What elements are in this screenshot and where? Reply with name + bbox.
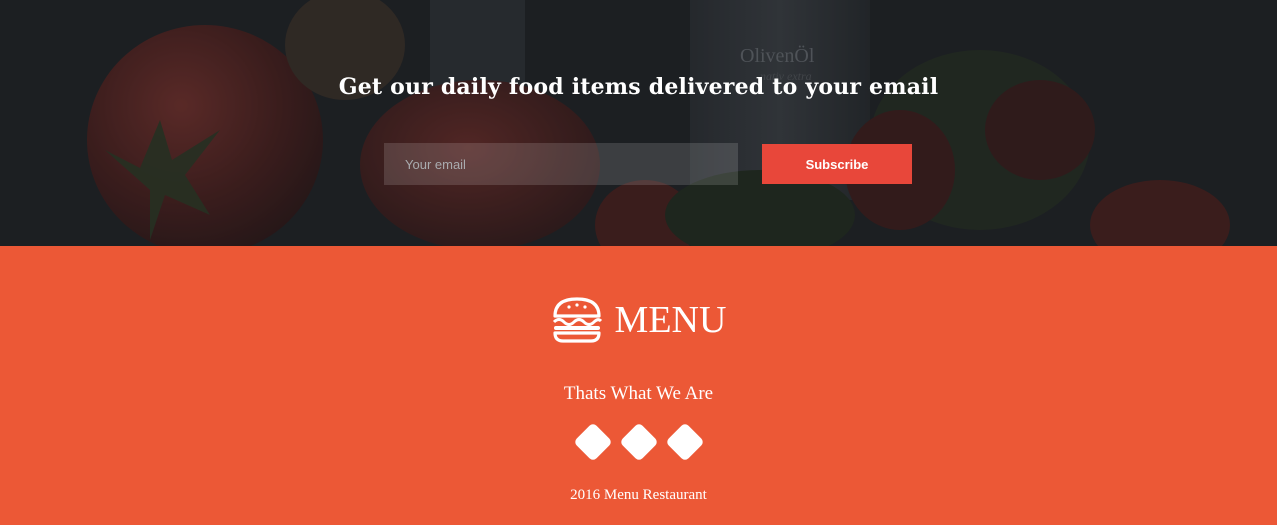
social-icon-3[interactable]	[664, 422, 705, 462]
newsletter-headline: Get our daily food items delivered to yo…	[338, 74, 939, 100]
food-background-image: OlivenÖl nativ extra	[0, 0, 1277, 246]
social-icon-2[interactable]	[618, 422, 659, 462]
subscribe-button[interactable]: Subscribe	[762, 144, 912, 184]
copyright-text: 2016 Menu Restaurant	[570, 487, 707, 503]
social-icon-1[interactable]	[572, 422, 613, 462]
brand-name: MENU	[614, 299, 727, 341]
email-input[interactable]	[384, 143, 738, 185]
social-links	[0, 422, 1277, 462]
tagline: Thats What We Are	[563, 383, 714, 404]
footer: MENU Thats What We Are 2016 Menu Restaur…	[0, 246, 1277, 525]
burger-icon	[551, 296, 603, 344]
newsletter-section: OlivenÖl nativ extra Get our daily food …	[0, 0, 1277, 246]
brand: MENU	[0, 296, 1277, 344]
